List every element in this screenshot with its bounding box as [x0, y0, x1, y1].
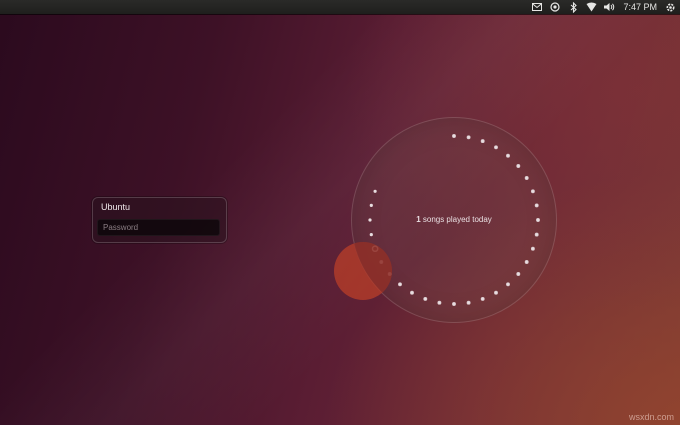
history-dot [480, 139, 485, 144]
bluetooth-icon[interactable] [567, 1, 579, 13]
user-name[interactable]: Ubuntu [101, 202, 130, 212]
history-dot [534, 203, 539, 208]
history-dot [494, 290, 498, 295]
songs-played-text: 1 songs played today [352, 215, 556, 224]
history-dot [506, 282, 510, 287]
clock[interactable]: 7:47 PM [623, 2, 657, 12]
history-dot [506, 153, 510, 158]
network-icon[interactable] [585, 1, 597, 13]
history-dot [410, 290, 414, 295]
history-dot [373, 189, 377, 193]
history-dot [369, 203, 373, 207]
volume-icon[interactable] [603, 1, 615, 13]
watermark: wsxdn.com [628, 412, 674, 422]
password-input[interactable] [97, 219, 220, 236]
history-dot [398, 282, 402, 287]
history-dot [466, 135, 471, 140]
history-dot [516, 164, 521, 168]
mail-icon[interactable] [531, 1, 543, 13]
history-dot [466, 300, 471, 305]
history-dot [534, 232, 539, 237]
orange-bubble [334, 242, 392, 300]
history-dot [423, 296, 428, 301]
history-dot [437, 300, 442, 305]
history-dot [494, 145, 498, 150]
history-dot [452, 302, 456, 306]
history-dot [524, 176, 529, 180]
history-dot [516, 272, 521, 276]
history-dot [452, 134, 456, 138]
history-dot [480, 296, 485, 301]
history-dot [524, 260, 529, 264]
login-box: Ubuntu [92, 197, 227, 243]
indicator-area: 7:47 PM [531, 0, 676, 14]
session-icon[interactable] [549, 1, 561, 13]
history-dot [530, 189, 535, 194]
top-panel: 7:47 PM [0, 0, 680, 14]
history-dot [369, 233, 373, 237]
songs-played-label: songs played today [420, 215, 492, 224]
history-dot [530, 246, 535, 251]
power-icon[interactable] [664, 1, 676, 13]
